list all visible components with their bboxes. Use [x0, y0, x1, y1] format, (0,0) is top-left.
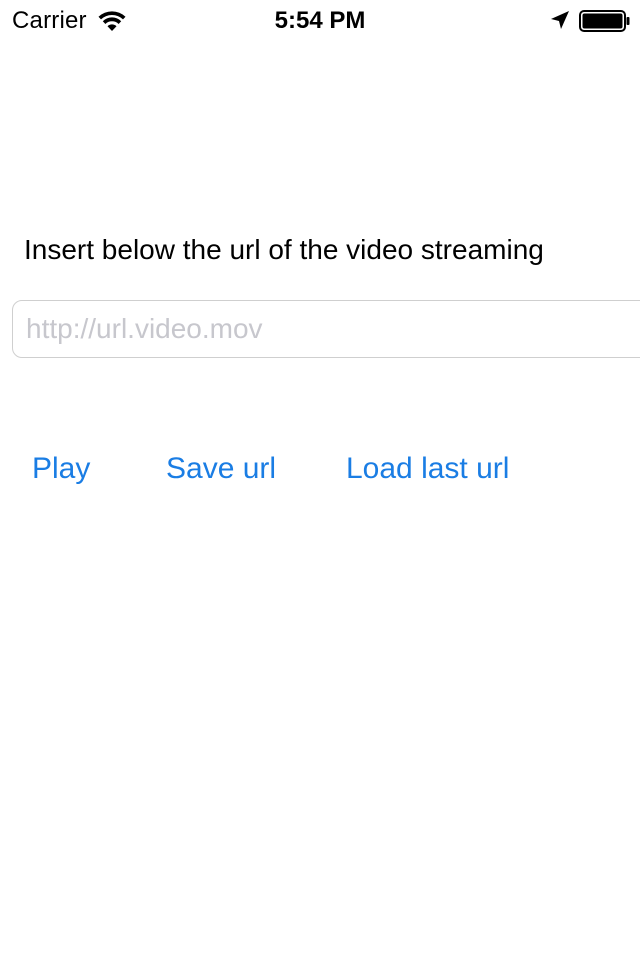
instruction-label: Insert below the url of the video stream…: [24, 234, 544, 265]
url-input[interactable]: [26, 301, 626, 357]
play-button[interactable]: Play: [32, 450, 90, 488]
save-url-button[interactable]: Save url: [166, 450, 276, 488]
location-arrow-icon: [549, 9, 571, 31]
status-time: 5:54 PM: [274, 7, 366, 34]
load-last-url-button[interactable]: Load last url: [346, 450, 509, 488]
url-field[interactable]: [12, 300, 640, 358]
status-bar: Carrier 5:54 PM: [0, 0, 640, 40]
battery-icon: [579, 10, 631, 32]
